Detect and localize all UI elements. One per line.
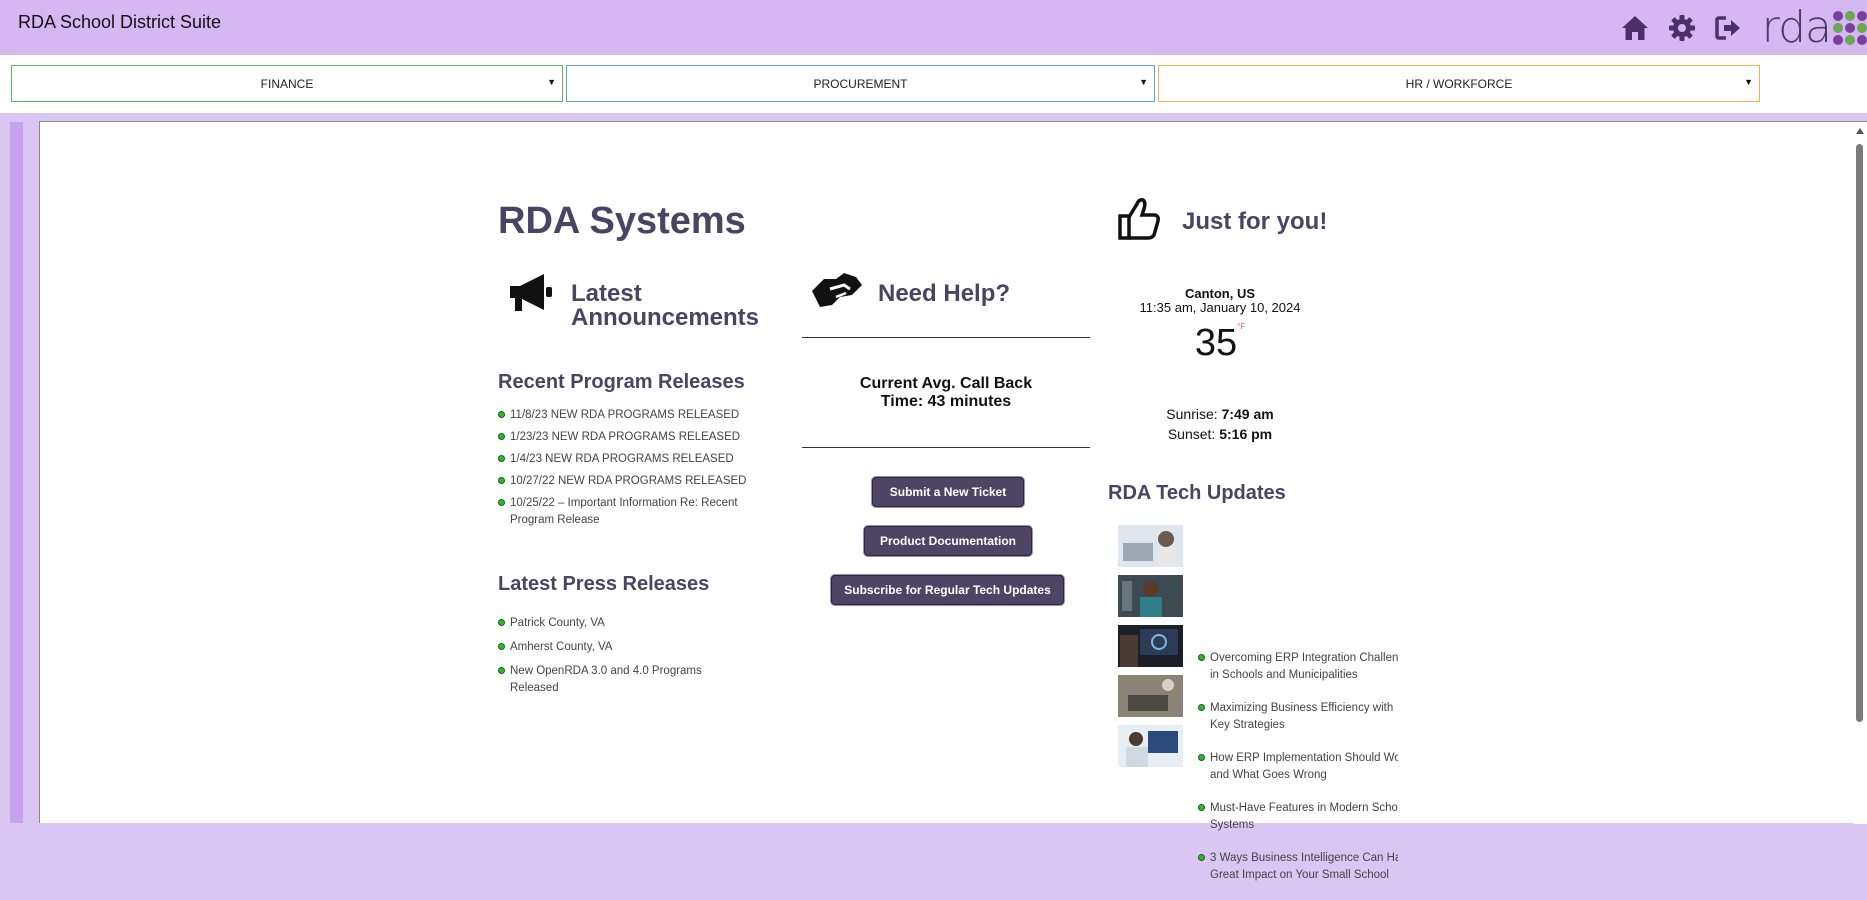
product-documentation-button[interactable]: Product Documentation xyxy=(864,526,1032,556)
list-item[interactable]: 10/25/22 – Important Information Re: Rec… xyxy=(498,495,758,529)
logout-icon[interactable] xyxy=(1712,11,1746,45)
callback-time: Current Avg. Call Back Time: 43 minutes xyxy=(802,375,1090,411)
list-item[interactable]: 3 Ways Business Intelligence Can Have a … xyxy=(1198,850,1398,884)
hr-label: HR / WORKFORCE xyxy=(1405,76,1513,91)
weather-temperature: 35°F xyxy=(1100,322,1340,365)
article-thumbnail[interactable] xyxy=(1118,575,1183,617)
bullet-icon xyxy=(498,455,505,462)
bullet-icon xyxy=(498,477,505,484)
sunrise-row: Sunrise: 7:49 am xyxy=(1100,406,1340,422)
need-help-heading: Need Help? xyxy=(878,280,1011,307)
list-item[interactable]: Overcoming ERP Integration Challenges in… xyxy=(1198,650,1398,684)
press-releases-heading: Latest Press Releases xyxy=(498,573,710,595)
program-releases-list: 11/8/23 NEW RDA PROGRAMS RELEASED 1/23/2… xyxy=(498,407,758,534)
program-releases-heading: Recent Program Releases xyxy=(498,371,745,393)
list-item[interactable]: 10/27/22 NEW RDA PROGRAMS RELEASED xyxy=(498,473,758,490)
list-item[interactable]: Maximizing Business Efficiency with Key … xyxy=(1198,700,1398,734)
divider xyxy=(802,447,1090,448)
scroll-up-icon[interactable] xyxy=(1856,128,1864,134)
procurement-label: PROCUREMENT xyxy=(813,76,908,91)
weather-datetime: 11:35 am, January 10, 2024 xyxy=(1139,300,1301,315)
scroll-thumb[interactable] xyxy=(1856,144,1863,722)
sunset-row: Sunset: 5:16 pm xyxy=(1100,426,1340,442)
bullet-icon xyxy=(498,433,505,440)
list-item[interactable]: How ERP Implementation Should Work and W… xyxy=(1198,750,1398,784)
chevron-down-icon: ▼ xyxy=(1744,77,1753,87)
gear-icon[interactable] xyxy=(1665,11,1699,45)
sunrise-time: 7:49 am xyxy=(1221,406,1274,422)
subscribe-updates-button[interactable]: Subscribe for Regular Tech Updates xyxy=(831,575,1064,605)
handshake-icon xyxy=(810,267,866,317)
bullet-icon xyxy=(1198,754,1205,761)
weather-location: Canton, US xyxy=(1184,286,1256,301)
announcements-heading: Latest Announcements xyxy=(571,282,759,330)
hr-dropdown[interactable]: HR / WORKFORCE ▼ xyxy=(1158,65,1760,102)
callback-line1: Current Avg. Call Back xyxy=(859,375,1033,392)
divider xyxy=(802,337,1090,338)
list-item[interactable]: Amherst County, VA xyxy=(498,639,718,656)
sunrise-label: Sunrise: xyxy=(1166,406,1218,422)
home-icon[interactable] xyxy=(1618,11,1652,45)
list-item[interactable]: New OpenRDA 3.0 and 4.0 Programs Release… xyxy=(498,663,718,697)
list-item[interactable]: 1/23/23 NEW RDA PROGRAMS RELEASED xyxy=(498,429,758,446)
vertical-scrollbar[interactable] xyxy=(1853,122,1867,824)
callback-line2: Time: 43 minutes xyxy=(880,393,1012,410)
article-thumbnail[interactable] xyxy=(1118,725,1183,767)
thumbs-up-icon xyxy=(1117,196,1163,244)
announcements-heading-line2: Announcements xyxy=(571,304,760,331)
bullet-icon xyxy=(1198,654,1205,661)
procurement-dropdown[interactable]: PROCUREMENT ▼ xyxy=(566,65,1155,102)
bullet-icon xyxy=(498,643,505,650)
list-item[interactable]: 1/4/23 NEW RDA PROGRAMS RELEASED xyxy=(498,451,758,468)
bullet-icon xyxy=(498,667,505,674)
article-thumbnail[interactable] xyxy=(1118,675,1183,717)
finance-dropdown[interactable]: FINANCE ▼ xyxy=(11,65,563,102)
module-menubar: FINANCE ▼ PROCUREMENT ▼ HR / WORKFORCE ▼ xyxy=(0,55,1867,113)
list-item[interactable]: Must-Have Features in Modern School Syst… xyxy=(1198,800,1398,834)
page-title: RDA Systems xyxy=(498,200,746,242)
chevron-down-icon: ▼ xyxy=(1139,77,1148,87)
temperature-unit: °F xyxy=(1237,322,1246,331)
side-rail xyxy=(10,122,23,823)
bullet-icon xyxy=(498,499,505,506)
sunset-label: Sunset: xyxy=(1167,426,1216,442)
article-thumbnail[interactable] xyxy=(1118,525,1183,567)
chevron-down-icon: ▼ xyxy=(547,77,556,87)
list-item[interactable]: Patrick County, VA xyxy=(498,615,718,632)
announcements-heading-line1: Latest xyxy=(571,280,642,307)
header-actions: rda xyxy=(1605,2,1867,53)
bullet-icon xyxy=(498,411,505,418)
logo-dots xyxy=(1833,11,1867,45)
list-item[interactable]: 11/8/23 NEW RDA PROGRAMS RELEASED xyxy=(498,407,758,424)
sunset-time: 5:16 pm xyxy=(1219,426,1273,442)
bullet-icon xyxy=(498,619,505,626)
bullet-icon xyxy=(1198,854,1205,861)
tech-updates-heading: RDA Tech Updates xyxy=(1108,482,1286,504)
bullet-icon xyxy=(1198,804,1205,811)
megaphone-icon xyxy=(506,270,558,320)
submit-ticket-button[interactable]: Submit a New Ticket xyxy=(872,477,1024,507)
temperature-value: 35 xyxy=(1194,322,1238,364)
finance-label: FINANCE xyxy=(260,76,314,91)
app-title: RDA School District Suite xyxy=(18,12,222,32)
tech-updates-list: Overcoming ERP Integration Challenges in… xyxy=(1198,650,1398,900)
rda-logo: rda xyxy=(1761,2,1867,53)
logo-text: rda xyxy=(1761,2,1832,53)
article-thumbnail[interactable] xyxy=(1118,625,1183,667)
content-frame: RDA Systems Latest Announcements Recent … xyxy=(39,121,1867,881)
just-for-you-heading: Just for you! xyxy=(1182,208,1328,235)
bullet-icon xyxy=(1198,704,1205,711)
top-header: RDA School District Suite rda xyxy=(0,0,1867,55)
press-releases-list: Patrick County, VA Amherst County, VA Ne… xyxy=(498,615,718,702)
